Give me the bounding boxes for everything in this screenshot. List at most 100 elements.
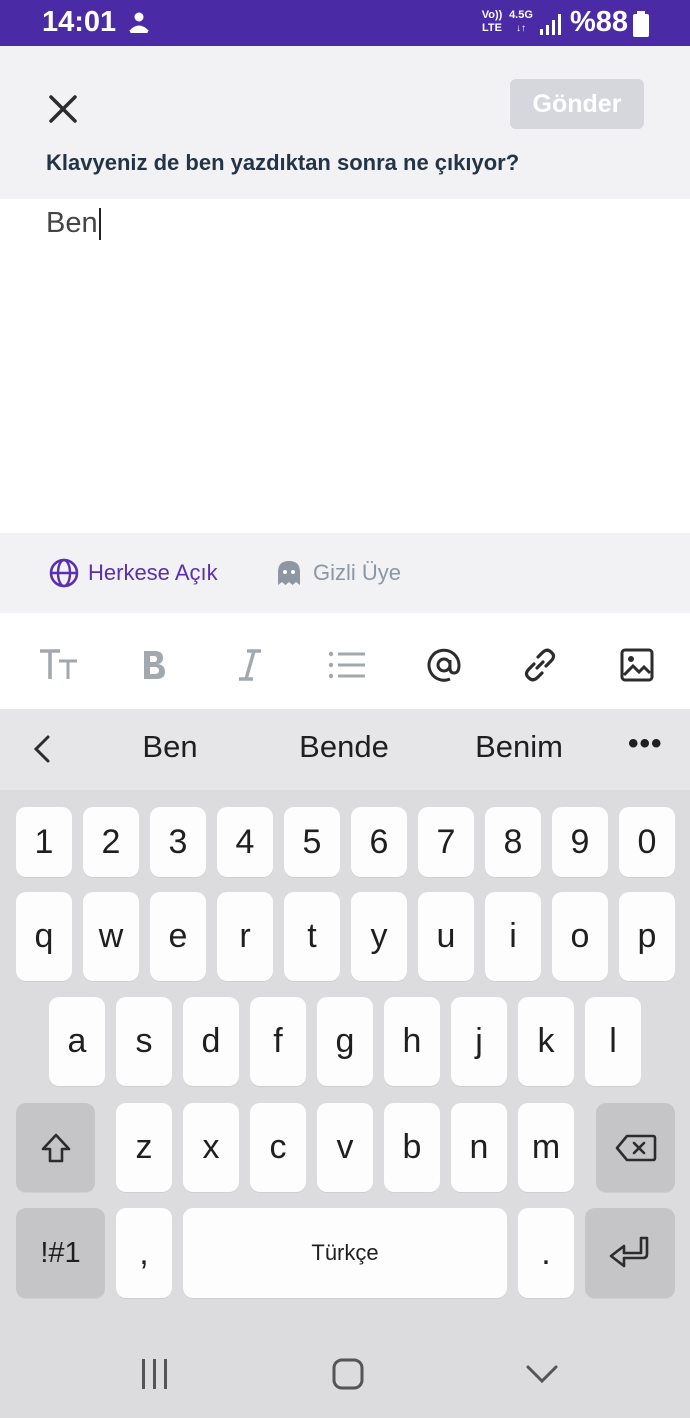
key-u[interactable]: u — [418, 892, 474, 981]
space-key[interactable]: Türkçe — [183, 1208, 507, 1298]
key-1[interactable]: 1 — [16, 807, 72, 877]
compose-header: Gönder Klavyeniz de ben yazdıktan sonra … — [0, 46, 690, 199]
suggestion-1[interactable]: Ben — [90, 729, 250, 765]
key-0[interactable]: 0 — [619, 807, 675, 877]
network-type: 4.5G ↓↑ — [509, 9, 533, 34]
shift-key[interactable] — [16, 1103, 95, 1192]
key-4[interactable]: 4 — [217, 807, 273, 877]
chevron-left-icon[interactable] — [28, 731, 56, 767]
key-s[interactable]: s — [116, 997, 172, 1086]
close-icon — [49, 95, 77, 123]
key-o[interactable]: o — [552, 892, 608, 981]
enter-icon — [609, 1236, 649, 1268]
send-button[interactable]: Gönder — [510, 79, 644, 129]
text-size-button[interactable] — [36, 645, 82, 685]
key-7[interactable]: 7 — [418, 807, 474, 877]
key-period[interactable]: . — [518, 1208, 574, 1298]
enter-key[interactable] — [585, 1208, 675, 1298]
key-c[interactable]: c — [250, 1103, 306, 1192]
anonymous-option[interactable]: Gizli Üye — [273, 557, 401, 589]
key-w[interactable]: w — [83, 892, 139, 981]
key-x[interactable]: x — [183, 1103, 239, 1192]
volte-indicator: Vo)) LTE — [481, 9, 503, 34]
bold-button[interactable] — [131, 645, 177, 685]
battery-percentage: %88 — [570, 6, 629, 38]
cell-signal-icon — [540, 14, 561, 35]
bullet-list-button[interactable] — [324, 645, 370, 685]
on-screen-keyboard: Ben Bende Benim ••• 1 2 3 4 5 6 7 8 9 0 … — [0, 709, 690, 1418]
link-icon — [524, 648, 556, 682]
text-size-icon — [40, 649, 77, 679]
key-y[interactable]: y — [351, 892, 407, 981]
key-6[interactable]: 6 — [351, 807, 407, 877]
recent-apps-icon — [142, 1359, 167, 1389]
symbols-key[interactable]: !#1 — [16, 1208, 105, 1298]
answer-text-area[interactable]: Ben — [0, 199, 690, 533]
key-r[interactable]: r — [217, 892, 273, 981]
link-button[interactable] — [517, 645, 563, 685]
key-a[interactable]: a — [49, 997, 105, 1086]
key-v[interactable]: v — [317, 1103, 373, 1192]
key-g[interactable]: g — [317, 997, 373, 1086]
bullet-list-icon — [328, 651, 365, 679]
public-option-label: Herkese Açık — [88, 560, 218, 585]
key-2[interactable]: 2 — [83, 807, 139, 877]
answer-text: Ben — [46, 207, 101, 240]
key-comma[interactable]: , — [116, 1208, 172, 1298]
recent-apps-button[interactable] — [130, 1354, 180, 1394]
globe-icon — [49, 558, 79, 588]
suggestion-2[interactable]: Bende — [264, 729, 424, 765]
answer-text-value: Ben — [46, 207, 98, 239]
backspace-key[interactable] — [596, 1103, 675, 1192]
suggestion-3[interactable]: Benim — [439, 729, 599, 765]
backspace-icon — [615, 1134, 656, 1161]
shift-icon — [41, 1133, 70, 1162]
anonymous-option-label: Gizli Üye — [313, 560, 402, 585]
key-j[interactable]: j — [451, 997, 507, 1086]
key-t[interactable]: t — [284, 892, 340, 981]
key-h[interactable]: h — [384, 997, 440, 1086]
more-suggestions-button[interactable]: ••• — [628, 727, 663, 761]
italic-button[interactable] — [227, 645, 273, 685]
image-icon — [620, 648, 654, 682]
key-p[interactable]: p — [619, 892, 675, 981]
italic-icon — [239, 649, 261, 681]
question-title: Klavyeniz de ben yazdıktan sonra ne çıkı… — [46, 150, 520, 175]
key-k[interactable]: k — [518, 997, 574, 1086]
text-caret — [98, 207, 101, 240]
key-i[interactable]: i — [485, 892, 541, 981]
key-m[interactable]: m — [518, 1103, 574, 1192]
battery-icon — [633, 11, 649, 37]
back-icon — [526, 1365, 558, 1384]
bold-icon — [144, 651, 165, 679]
key-9[interactable]: 9 — [552, 807, 608, 877]
key-n[interactable]: n — [451, 1103, 507, 1192]
public-option[interactable]: Herkese Açık — [48, 557, 218, 589]
key-z[interactable]: z — [116, 1103, 172, 1192]
status-bar: 14:01 Vo)) LTE 4.5G ↓↑ %88 — [0, 0, 690, 46]
system-navigation-bar — [0, 1330, 690, 1418]
back-button[interactable] — [517, 1354, 567, 1394]
image-button[interactable] — [614, 645, 660, 685]
key-f[interactable]: f — [250, 997, 306, 1086]
status-time: 14:01 — [42, 6, 117, 38]
person-notification-icon — [129, 12, 149, 33]
symbols-key-label: !#1 — [40, 1236, 81, 1269]
close-button[interactable] — [40, 86, 86, 132]
ghost-icon — [278, 561, 300, 585]
mention-button[interactable] — [421, 645, 467, 685]
key-b[interactable]: b — [384, 1103, 440, 1192]
home-icon — [332, 1358, 364, 1390]
key-5[interactable]: 5 — [284, 807, 340, 877]
key-q[interactable]: q — [16, 892, 72, 981]
key-d[interactable]: d — [183, 997, 239, 1086]
space-key-label: Türkçe — [311, 1240, 379, 1265]
home-button[interactable] — [323, 1354, 373, 1394]
key-8[interactable]: 8 — [485, 807, 541, 877]
key-3[interactable]: 3 — [150, 807, 206, 877]
key-l[interactable]: l — [585, 997, 641, 1086]
mention-icon — [427, 648, 461, 682]
suggestion-bar: Ben Bende Benim ••• — [0, 709, 690, 790]
key-e[interactable]: e — [150, 892, 206, 981]
visibility-options: Herkese Açık Gizli Üye — [0, 533, 690, 613]
